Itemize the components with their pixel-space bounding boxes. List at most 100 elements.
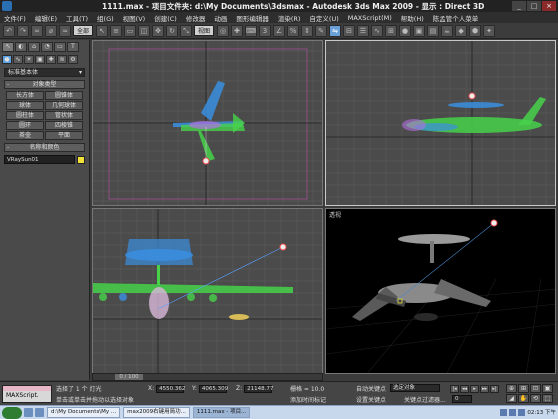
cylinder-button[interactable]: 圆柱体 xyxy=(6,111,44,120)
set-key-button[interactable]: 设置关键点 xyxy=(356,395,386,404)
quicklaunch-icon[interactable] xyxy=(35,408,44,417)
menu-help[interactable]: 帮助(H) xyxy=(401,13,424,23)
environment-icon[interactable]: ⬢ xyxy=(469,24,482,37)
layer-manager-icon[interactable]: ☰ xyxy=(357,24,370,37)
field-of-view-icon[interactable]: ◢ xyxy=(506,394,517,403)
task-explorer[interactable]: d:\My Documents\My ... xyxy=(47,407,121,418)
motion-tab-icon[interactable]: ◔ xyxy=(41,42,53,52)
menu-rendering[interactable]: 渲染(R) xyxy=(278,13,301,23)
align-icon[interactable]: ⊟ xyxy=(343,24,356,37)
menu-group[interactable]: 组(G) xyxy=(97,13,114,23)
select-manipulate-icon[interactable]: ✚ xyxy=(231,24,244,37)
goto-start-icon[interactable]: |◂ xyxy=(450,385,459,393)
menu-edit[interactable]: 编辑(E) xyxy=(35,13,57,23)
menu-graph-editors[interactable]: 图形编辑器 xyxy=(236,13,269,23)
current-frame-field[interactable]: 0 xyxy=(452,395,472,403)
menu-maxscript[interactable]: MAXScript(M) xyxy=(348,14,392,22)
sphere-button[interactable]: 球体 xyxy=(6,101,44,110)
selection-set-dropdown[interactable]: 选定对象 xyxy=(390,384,440,392)
select-object-icon[interactable]: ↖ xyxy=(96,24,109,37)
orbit-icon[interactable]: ⟲ xyxy=(530,394,541,403)
minimize-button[interactable]: _ xyxy=(512,1,526,11)
geometry-icon[interactable]: ● xyxy=(2,55,12,64)
time-slider-knob[interactable]: 0 / 100 xyxy=(115,374,143,380)
coord-z-field[interactable]: 21148.77 xyxy=(244,384,273,393)
tray-icon[interactable] xyxy=(500,408,508,416)
quick-render-icon[interactable]: ☕ xyxy=(441,24,454,37)
viewport-left[interactable] xyxy=(92,208,323,374)
torus-button[interactable]: 圆环 xyxy=(6,121,44,130)
helpers-icon[interactable]: ✚ xyxy=(46,55,56,64)
select-by-name-icon[interactable]: ≡ xyxy=(110,24,123,37)
cameras-icon[interactable]: ▣ xyxy=(35,55,45,64)
auto-key-button[interactable]: 自动关键点 xyxy=(356,384,386,393)
effects-icon[interactable]: ✦ xyxy=(483,24,496,37)
menu-file[interactable]: 文件(F) xyxy=(4,13,26,23)
task-browser[interactable]: max2009右键用简功... xyxy=(123,407,190,418)
menu-modifiers[interactable]: 修改器 xyxy=(186,13,206,23)
snap-toggle-icon[interactable]: 3 xyxy=(259,24,272,37)
play-icon[interactable]: ▸ xyxy=(470,385,479,393)
named-selection-icon[interactable]: ✎ xyxy=(315,24,328,37)
window-crossing-icon[interactable]: ◫ xyxy=(138,24,151,37)
app-icon[interactable] xyxy=(2,1,12,11)
object-color-swatch[interactable] xyxy=(77,155,85,164)
menu-views[interactable]: 视图(V) xyxy=(123,13,146,23)
zoom-extents-icon[interactable]: ⊡ xyxy=(530,384,541,393)
sun-light-icon[interactable] xyxy=(279,243,287,251)
bind-space-warp-icon[interactable]: ≈ xyxy=(59,24,71,37)
link-icon[interactable]: ∞ xyxy=(31,24,43,37)
rect-region-icon[interactable]: ▭ xyxy=(124,24,137,37)
quicklaunch-icon[interactable] xyxy=(24,408,33,417)
prev-frame-icon[interactable]: ◂◂ xyxy=(460,385,469,393)
mirror-icon[interactable]: ⇋ xyxy=(329,24,342,37)
maxscript-listener[interactable]: MAXScript. xyxy=(2,385,52,403)
spinner-snap-icon[interactable]: ⇕ xyxy=(301,24,314,37)
task-3dsmax[interactable]: 1111.max - 项目... xyxy=(192,407,251,418)
zoom-all-icon[interactable]: ⊞ xyxy=(518,384,529,393)
viewport-perspective[interactable]: 透视 xyxy=(325,208,556,374)
key-filters-button[interactable]: 关键点过滤器... xyxy=(404,395,446,404)
select-scale-icon[interactable]: ⤡ xyxy=(180,24,193,37)
keyboard-shortcut-icon[interactable]: ⌨ xyxy=(245,24,258,37)
utilities-tab-icon[interactable]: T xyxy=(67,42,79,52)
curve-editor-icon[interactable]: ∿ xyxy=(371,24,384,37)
spacewarps-icon[interactable]: ≋ xyxy=(57,55,67,64)
undo-icon[interactable]: ↶ xyxy=(3,24,15,37)
hierarchy-tab-icon[interactable]: ⌂ xyxy=(28,42,40,52)
selection-filter-dropdown[interactable]: 全部 xyxy=(73,25,94,36)
display-tab-icon[interactable]: ▭ xyxy=(54,42,66,52)
coord-y-field[interactable]: 4065.309 xyxy=(198,384,228,393)
box-button[interactable]: 长方体 xyxy=(6,91,44,100)
angle-snap-icon[interactable]: ∠ xyxy=(273,24,286,37)
select-move-icon[interactable]: ✥ xyxy=(152,24,165,37)
select-rotate-icon[interactable]: ↻ xyxy=(166,24,179,37)
goto-end-icon[interactable]: ▸| xyxy=(490,385,499,393)
time-slider[interactable]: 0 / 100 xyxy=(92,373,323,381)
plane-button[interactable]: 平面 xyxy=(45,131,83,140)
pyramid-button[interactable]: 四棱锥 xyxy=(45,121,83,130)
geosphere-button[interactable]: 几何球体 xyxy=(45,101,83,110)
teapot-button[interactable]: 茶壶 xyxy=(6,131,44,140)
tube-button[interactable]: 管状体 xyxy=(45,111,83,120)
lights-icon[interactable]: ☀ xyxy=(24,55,34,64)
add-time-tag[interactable]: 添加时间标记 xyxy=(290,395,326,404)
name-color-rollout[interactable]: - 名称和颜色 xyxy=(4,143,85,152)
close-button[interactable]: × xyxy=(542,1,556,11)
tray-icon[interactable] xyxy=(509,408,517,416)
menu-animation[interactable]: 动画 xyxy=(214,13,227,23)
start-button[interactable] xyxy=(2,406,22,419)
menu-tools[interactable]: 工具(T) xyxy=(66,13,88,23)
material-editor-icon[interactable]: ● xyxy=(399,24,412,37)
sun-light-icon[interactable] xyxy=(490,219,498,227)
menu-personal[interactable]: 陈孟管个人菜单 xyxy=(433,13,479,23)
viewport-top[interactable] xyxy=(92,40,323,206)
render-setup-icon[interactable]: ▣ xyxy=(413,24,426,37)
rendered-frame-icon[interactable]: ▤ xyxy=(427,24,440,37)
reference-coord-dropdown[interactable]: 视图 xyxy=(194,25,215,36)
maximize-button[interactable]: □ xyxy=(527,1,541,11)
modify-tab-icon[interactable]: ◐ xyxy=(15,42,27,52)
systems-icon[interactable]: ⚙ xyxy=(68,55,78,64)
menu-create[interactable]: 创建(C) xyxy=(154,13,177,23)
next-frame-icon[interactable]: ▸▸ xyxy=(480,385,489,393)
